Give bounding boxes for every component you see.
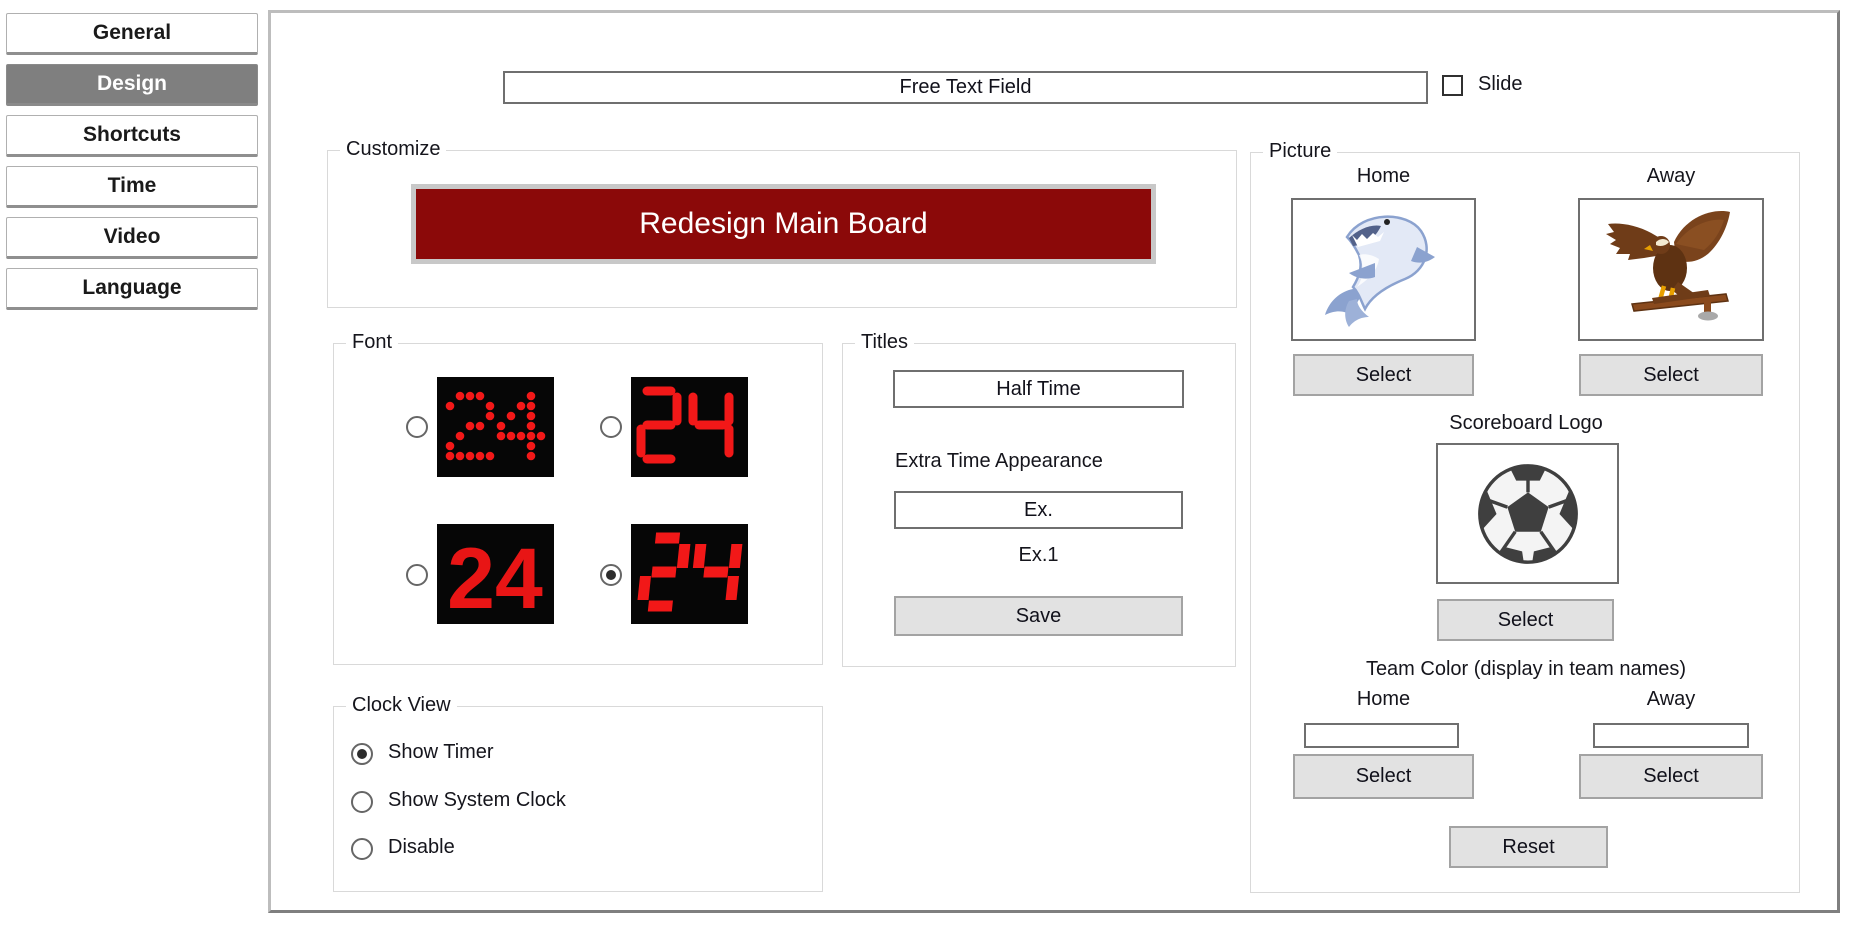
font-sample-rounded-segment[interactable] [631,377,748,477]
team-color-away-label: Away [1578,688,1764,711]
titles-group: Titles Extra Time Appearance Ex.1 Save [842,343,1236,667]
sidebar-tab-general[interactable]: General [6,13,258,55]
clock-radio-disable-label: Disable [388,836,455,859]
customize-group: Customize Redesign Main Board [327,150,1237,308]
select-home-image-button[interactable]: Select [1293,354,1474,396]
font-sample-seven-segment[interactable] [631,524,748,624]
free-text-field-input[interactable] [503,71,1428,104]
redesign-main-board-button[interactable]: Redesign Main Board [411,184,1156,264]
scoreboard-settings-window: General Design Shortcuts Time Video Lang… [0,0,1851,927]
plain-24-icon: 24 [437,524,554,624]
team-color-away-swatch [1593,723,1749,748]
picture-group: Picture Home Away [1250,152,1800,893]
select-team-color-home-button[interactable]: Select [1293,754,1474,799]
font-radio-dot-matrix[interactable] [406,416,428,438]
extra-time-appearance-label: Extra Time Appearance [895,450,1103,473]
clock-radio-show-system-clock[interactable] [351,791,373,813]
sidebar-tab-video[interactable]: Video [6,217,258,259]
font-radio-seven-segment[interactable] [600,564,622,586]
select-scoreboard-logo-button[interactable]: Select [1437,599,1614,641]
shark-icon [1319,205,1449,335]
svg-text:24: 24 [447,531,543,624]
select-away-image-button[interactable]: Select [1579,354,1763,396]
away-team-image [1578,198,1764,341]
sidebar-tab-design[interactable]: Design [6,64,258,106]
clock-radio-disable[interactable] [351,838,373,860]
slide-checkbox-label: Slide [1478,73,1522,96]
font-radio-plain[interactable] [406,564,428,586]
picture-home-label: Home [1291,165,1476,188]
sidebar-tab-time[interactable]: Time [6,166,258,208]
titles-group-title: Titles [855,331,914,354]
font-sample-dot-matrix[interactable] [437,377,554,477]
sidebar-tab-shortcuts[interactable]: Shortcuts [6,115,258,157]
clock-radio-show-timer-label: Show Timer [388,741,494,764]
home-team-image [1291,198,1476,341]
extra-time-input[interactable] [894,491,1183,529]
titles-save-button[interactable]: Save [894,596,1183,636]
team-color-label: Team Color (display in team names) [1251,658,1801,681]
clock-view-group: Clock View Show Timer Show System Clock … [333,706,823,892]
soccer-ball-icon [1469,455,1587,573]
customize-group-title: Customize [340,138,446,161]
half-time-input[interactable] [893,370,1184,408]
eagle-icon [1604,208,1738,332]
rounded-segment-24-icon [631,377,748,477]
font-group: Font [333,343,823,665]
font-radio-rounded-segment[interactable] [600,416,622,438]
dot-matrix-24-icon [437,377,554,477]
team-color-reset-button[interactable]: Reset [1449,826,1608,868]
picture-group-title: Picture [1263,140,1337,163]
picture-away-label: Away [1578,165,1764,188]
clock-view-group-title: Clock View [346,694,457,717]
team-color-home-label: Home [1291,688,1476,711]
slide-checkbox[interactable] [1442,75,1463,96]
select-team-color-away-button[interactable]: Select [1579,754,1763,799]
extra-time-caption: Ex.1 [894,544,1183,567]
font-sample-plain[interactable]: 24 [437,524,554,624]
font-group-title: Font [346,331,398,354]
clock-radio-show-system-clock-label: Show System Clock [388,789,566,812]
clock-radio-show-timer[interactable] [351,743,373,765]
scoreboard-logo-label: Scoreboard Logo [1251,412,1801,435]
team-color-home-swatch [1304,723,1459,748]
seven-segment-24-icon [631,524,748,624]
scoreboard-logo-image [1436,443,1619,584]
sidebar-tab-language[interactable]: Language [6,268,258,310]
